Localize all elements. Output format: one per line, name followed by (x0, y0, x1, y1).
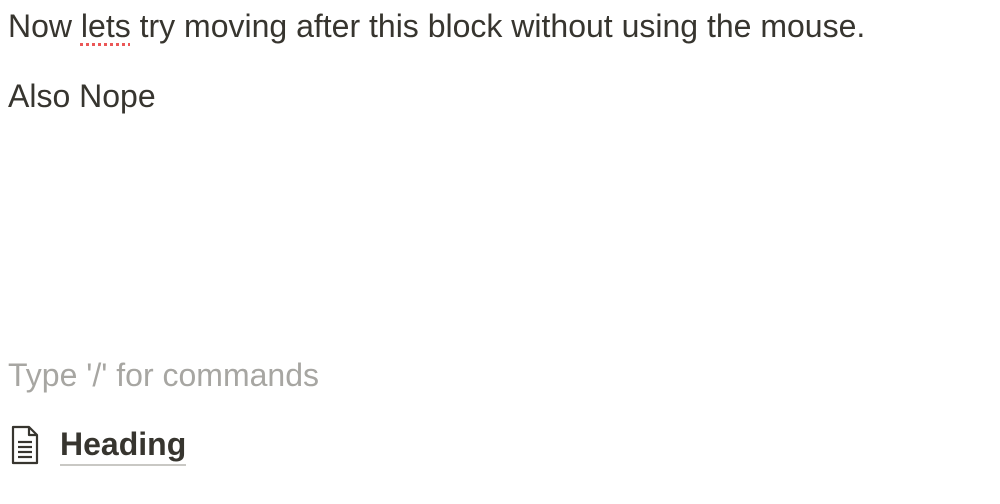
text-block[interactable]: Now lets try moving after this block wit… (8, 6, 865, 46)
empty-block-placeholder[interactable]: Type '/' for commands (8, 355, 319, 395)
page-icon (8, 423, 42, 467)
placeholder-text: Type '/' for commands (8, 357, 319, 393)
text-segment: try moving after this block without usin… (130, 8, 866, 44)
text-block[interactable]: Also Nope (8, 76, 156, 116)
text-segment: Now (8, 8, 81, 44)
page-link[interactable]: Heading (8, 420, 187, 470)
page-link-title[interactable]: Heading (60, 424, 187, 466)
misspelled-word[interactable]: lets (81, 8, 131, 44)
text-segment: Also Nope (8, 78, 156, 114)
